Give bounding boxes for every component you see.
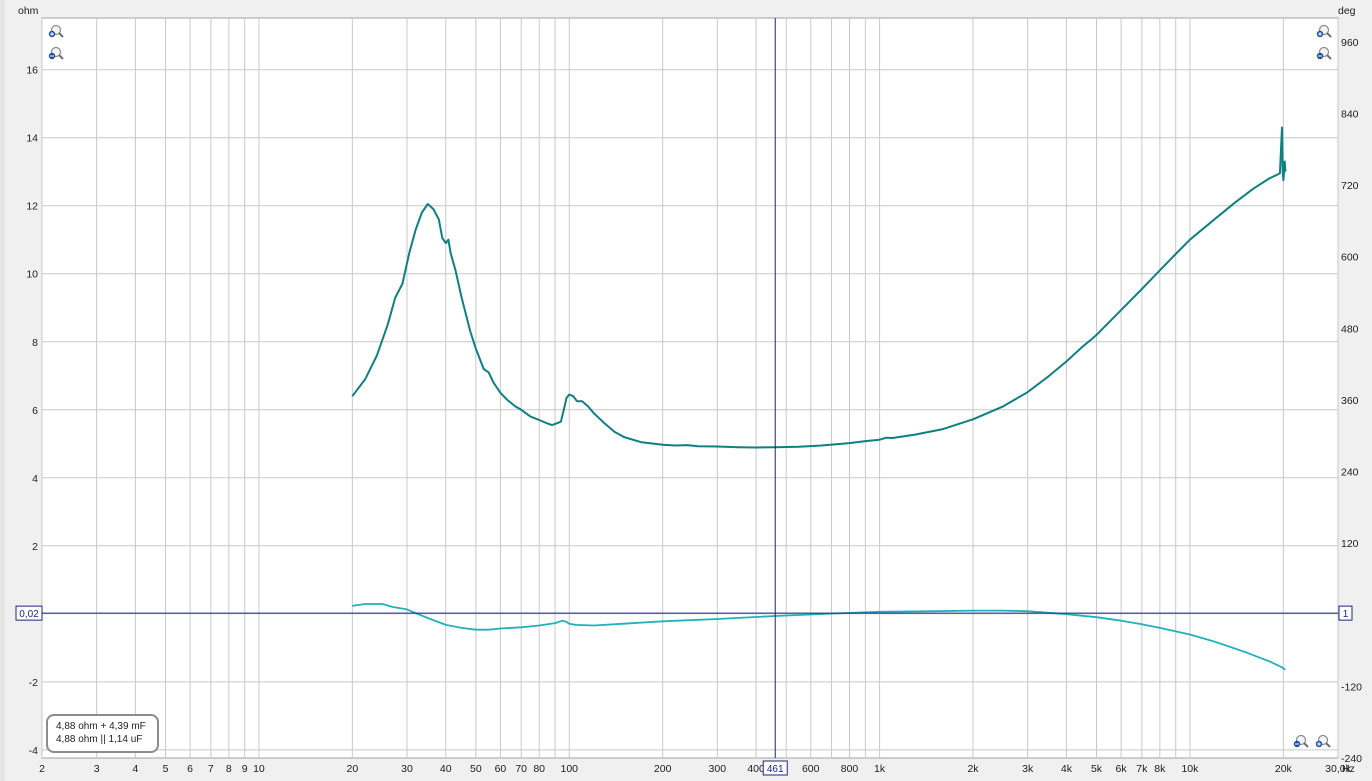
left-y-tick-label: -4 bbox=[29, 745, 38, 757]
right-y-tick-label: 600 bbox=[1341, 252, 1359, 264]
x-tick-label: 30 bbox=[401, 763, 413, 775]
x-tick-label: 5k bbox=[1091, 763, 1103, 775]
cursor-y-value: 0,02 bbox=[19, 609, 39, 620]
right-y-tick-label: 360 bbox=[1341, 395, 1359, 407]
x-tick-label: 200 bbox=[654, 763, 672, 775]
x-tick-label: 8 bbox=[226, 763, 232, 775]
x-tick-label: 7k bbox=[1136, 763, 1148, 775]
right-y-axis-unit: deg bbox=[1338, 5, 1356, 17]
left-y-tick-label: 6 bbox=[32, 405, 38, 417]
x-tick-label: 3 bbox=[94, 763, 100, 775]
right-y-tick-label: 720 bbox=[1341, 180, 1359, 192]
x-tick-label: 3k bbox=[1022, 763, 1034, 775]
x-tick-label: 100 bbox=[560, 763, 578, 775]
right-y-tick-label: 240 bbox=[1341, 467, 1359, 479]
left-y-tick-label: 16 bbox=[26, 65, 38, 77]
left-y-tick-label: 8 bbox=[32, 337, 38, 349]
impedance-phase-chart[interactable]: 2 3 4 5 6 7 8 9 10 20 30 40 50 60 70 80 100 200 300 400 600 8… bbox=[0, 0, 1372, 781]
legend-line: 4,88 ohm || 1,14 uF bbox=[56, 734, 142, 745]
x-tick-label: 2k bbox=[967, 763, 979, 775]
right-y-tick-label: 960 bbox=[1341, 37, 1359, 49]
left-y-tick-label: 14 bbox=[26, 133, 38, 145]
cursor-right-value: 1 bbox=[1343, 609, 1349, 620]
x-tick-label: 70 bbox=[515, 763, 527, 775]
x-tick-label: 4 bbox=[132, 763, 138, 775]
right-y-tick-label: 480 bbox=[1341, 323, 1359, 335]
x-tick-label: 5 bbox=[163, 763, 169, 775]
left-y-tick-label: -2 bbox=[29, 677, 38, 689]
right-y-tick-label: 120 bbox=[1341, 538, 1359, 550]
left-y-tick-label: 4 bbox=[32, 473, 38, 485]
x-tick-label: 1k bbox=[874, 763, 886, 775]
x-tick-label: 9 bbox=[242, 763, 248, 775]
x-tick-label: 20k bbox=[1275, 763, 1293, 775]
right-y-tick-label: 840 bbox=[1341, 108, 1359, 120]
x-tick-label: 6k bbox=[1116, 763, 1128, 775]
legend: 4,88 ohm + 4,39 mF 4,88 ohm || 1,14 uF bbox=[46, 714, 159, 753]
x-tick-label: 8k bbox=[1154, 763, 1166, 775]
x-tick-label: 800 bbox=[841, 763, 859, 775]
x-tick-label: 7 bbox=[208, 763, 214, 775]
x-tick-label: 50 bbox=[470, 763, 482, 775]
x-tick-label: 2 bbox=[39, 763, 45, 775]
x-tick-label: 40 bbox=[440, 763, 452, 775]
x-tick-label: 6 bbox=[187, 763, 193, 775]
left-y-tick-label: 10 bbox=[26, 269, 38, 281]
x-tick-label: 10k bbox=[1181, 763, 1199, 775]
x-tick-label: 60 bbox=[495, 763, 507, 775]
cursor-x-value: 461 bbox=[767, 764, 784, 775]
left-y-tick-label: 12 bbox=[26, 201, 38, 213]
legend-line: 4,88 ohm + 4,39 mF bbox=[56, 721, 146, 732]
x-tick-label: 10 bbox=[253, 763, 265, 775]
left-y-axis-unit: ohm bbox=[18, 5, 39, 17]
x-tick-label: 600 bbox=[802, 763, 820, 775]
right-y-tick-label: -120 bbox=[1341, 681, 1362, 693]
x-tick-label: 20 bbox=[346, 763, 358, 775]
x-tick-label: 400 bbox=[747, 763, 765, 775]
x-tick-label: 80 bbox=[533, 763, 545, 775]
left-y-tick-label: 2 bbox=[32, 541, 38, 553]
impedance-graph-window: 2 3 4 5 6 7 8 9 10 20 30 40 50 60 70 80 100 200 300 400 600 8… bbox=[0, 0, 1372, 781]
x-tick-label: 300 bbox=[709, 763, 727, 775]
x-tick-label: 4k bbox=[1061, 763, 1073, 775]
plot-area[interactable] bbox=[41, 17, 1339, 759]
right-y-tick-label: -240 bbox=[1341, 753, 1362, 765]
